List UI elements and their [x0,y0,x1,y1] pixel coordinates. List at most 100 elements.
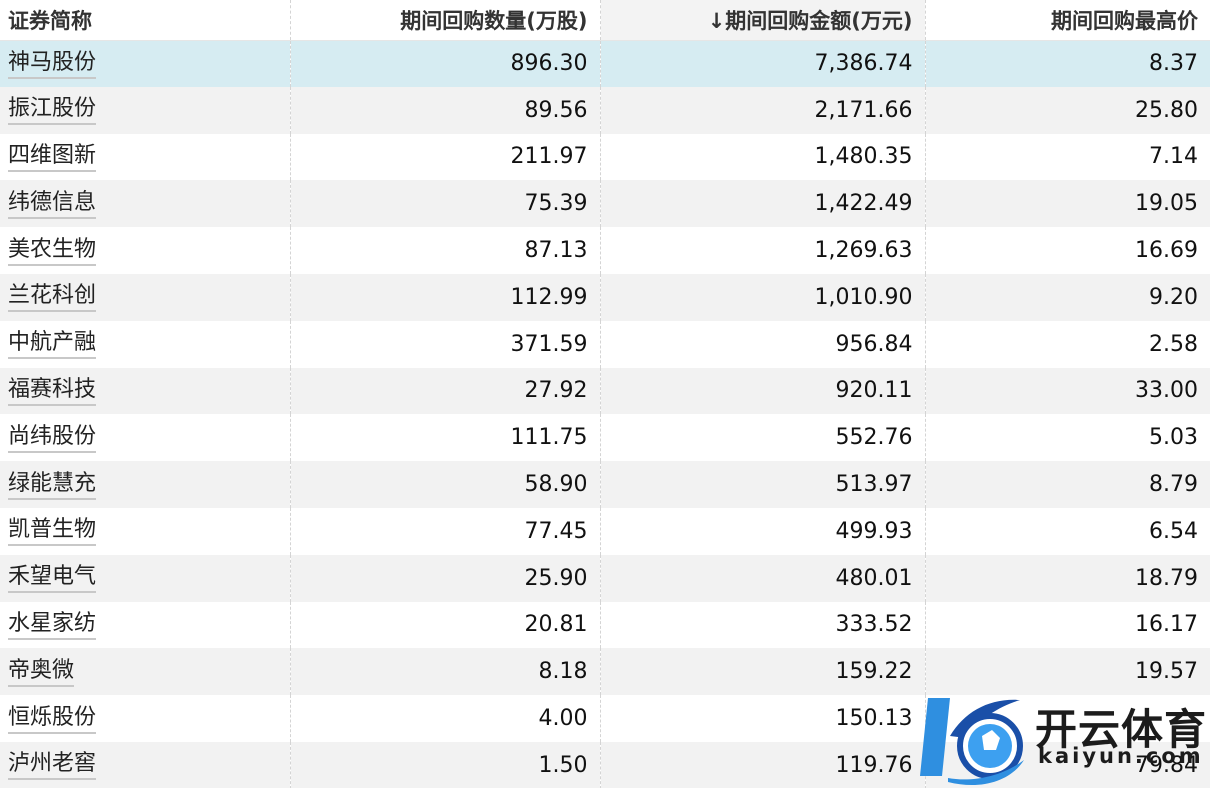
cell-buyback-max-price: 8.37 [924,40,1210,87]
table-row[interactable]: 凯普生物 77.45 499.93 6.54 [0,507,1210,555]
cell-stock-name: 四维图新 [0,134,290,181]
table-row[interactable]: 振江股份 89.56 2,171.66 25.80 [0,86,1210,134]
cell-stock-name: 水星家纺 [0,602,290,649]
cell-buyback-quantity: 4.00 [289,695,600,742]
cell-buyback-amount: 552.76 [599,414,925,462]
table-row[interactable]: 禾望电气 25.90 480.01 18.79 [0,554,1210,602]
cell-buyback-max-price: 16.17 [924,601,1210,649]
cell-buyback-amount: 1,269.63 [599,227,925,274]
cell-stock-name: 泸州老窖 [0,742,290,788]
table-row[interactable]: 福赛科技 27.92 920.11 33.00 [0,367,1210,415]
cell-buyback-quantity: 20.81 [289,601,600,649]
stock-name-link[interactable]: 美农生物 [8,236,97,266]
table-row[interactable]: 尚纬股份 111.75 552.76 5.03 [0,414,1210,462]
table-row[interactable]: 泸州老窖 1.50 119.76 79.84 [0,741,1210,788]
cell-buyback-quantity: 1.50 [289,741,600,788]
table-row[interactable]: 绿能慧充 58.90 513.97 8.79 [0,461,1210,508]
cell-buyback-quantity: 75.39 [289,180,600,228]
stock-name-link[interactable]: 振江股份 [8,95,97,126]
cell-buyback-max-price: 9.20 [924,273,1210,321]
cell-stock-name: 禾望电气 [0,555,290,602]
cell-stock-name: 绿能慧充 [0,461,290,508]
cell-buyback-amount: 1,010.90 [599,273,925,321]
cell-stock-name: 神马股份 [0,40,290,87]
stock-name-link[interactable]: 兰花科创 [8,282,97,313]
cell-buyback-quantity: 111.75 [289,414,600,462]
cell-buyback-amount: 7,386.74 [599,40,925,87]
table-row[interactable]: 水星家纺 20.81 333.52 16.17 [0,601,1210,649]
cell-buyback-quantity: 211.97 [289,133,600,181]
table-row[interactable]: 纬德信息 75.39 1,422.49 19.05 [0,180,1210,228]
stock-name-link[interactable]: 尚纬股份 [8,423,97,453]
cell-buyback-max-price: 7.14 [924,133,1210,181]
cell-buyback-quantity: 371.59 [289,320,600,368]
stock-name-link[interactable]: 帝奥微 [8,657,75,687]
cell-buyback-quantity: 58.90 [289,461,600,508]
cell-buyback-amount: 920.11 [599,367,925,415]
cell-buyback-amount: 956.84 [599,320,925,368]
cell-buyback-quantity: 896.30 [289,40,600,87]
table-row[interactable]: 神马股份 896.30 7,386.74 8.37 [0,40,1210,87]
stock-name-link[interactable]: 绿能慧充 [8,470,97,500]
table-row[interactable]: 美农生物 87.13 1,269.63 16.69 [0,227,1210,274]
stock-name-link[interactable]: 纬德信息 [8,189,97,219]
table-header-row: 证券简称 期间回购数量(万股) ↓期间回购金额(万元) 期间回购最高价 [0,0,1210,41]
table-row[interactable]: 中航产融 371.59 956.84 2.58 [0,320,1210,368]
cell-buyback-amount: 159.22 [599,648,925,696]
stock-name-link[interactable]: 凯普生物 [8,516,97,547]
cell-buyback-max-price: 6.54 [924,507,1210,555]
cell-buyback-amount: 150.13 [599,695,925,742]
table-row[interactable]: 帝奥微 8.18 159.22 19.57 [0,648,1210,696]
cell-buyback-max-price: 8.79 [924,461,1210,508]
cell-buyback-max-price: 19.05 [924,180,1210,228]
cell-stock-name: 凯普生物 [0,508,290,555]
stock-name-link[interactable]: 禾望电气 [8,563,97,594]
cell-buyback-max-price: 33.00 [924,367,1210,415]
header-stock-name[interactable]: 证券简称 [0,0,290,41]
cell-stock-name: 纬德信息 [0,180,290,227]
header-buyback-max-price[interactable]: 期间回购最高价 [924,0,1210,41]
cell-stock-name: 振江股份 [0,87,290,134]
cell-buyback-quantity: 89.56 [289,86,600,134]
cell-buyback-amount: 2,171.66 [599,86,925,134]
header-buyback-quantity[interactable]: 期间回购数量(万股) [289,0,600,41]
stock-name-link[interactable]: 福赛科技 [8,376,97,406]
cell-buyback-quantity: 27.92 [289,367,600,415]
cell-stock-name: 帝奥微 [0,648,290,695]
cell-buyback-amount: 1,422.49 [599,180,925,228]
cell-stock-name: 中航产融 [0,321,290,368]
table-row[interactable]: 兰花科创 112.99 1,010.90 9.20 [0,273,1210,321]
table-row[interactable]: 四维图新 211.97 1,480.35 7.14 [0,133,1210,181]
cell-stock-name: 兰花科创 [0,274,290,321]
stock-name-link[interactable]: 恒烁股份 [8,704,97,734]
stock-name-link[interactable]: 中航产融 [8,329,97,360]
cell-buyback-quantity: 25.90 [289,554,600,602]
cell-stock-name: 福赛科技 [0,368,290,415]
cell-buyback-amount: 333.52 [599,601,925,649]
cell-buyback-quantity: 87.13 [289,227,600,274]
cell-buyback-max-price: 5.03 [924,414,1210,462]
cell-buyback-quantity: 112.99 [289,273,600,321]
cell-buyback-max-price: 16.69 [924,227,1210,274]
cell-buyback-amount: 513.97 [599,461,925,508]
cell-stock-name: 尚纬股份 [0,414,290,461]
cell-buyback-max-price: 2.58 [924,320,1210,368]
stock-name-link[interactable]: 泸州老窖 [8,750,97,781]
buyback-table: 证券简称 期间回购数量(万股) ↓期间回购金额(万元) 期间回购最高价 神马股份… [0,0,1210,788]
cell-buyback-amount: 499.93 [599,507,925,555]
cell-buyback-quantity: 77.45 [289,507,600,555]
stock-name-link[interactable]: 四维图新 [8,142,97,172]
cell-buyback-max-price: 18.79 [924,554,1210,602]
stock-buyback-table-page: 证券简称 期间回购数量(万股) ↓期间回购金额(万元) 期间回购最高价 神马股份… [0,0,1210,788]
cell-stock-name: 美农生物 [0,227,290,274]
stock-name-link[interactable]: 水星家纺 [8,610,97,640]
cell-stock-name: 恒烁股份 [0,695,290,742]
stock-name-link[interactable]: 神马股份 [8,49,97,79]
cell-buyback-amount: 119.76 [599,741,925,788]
table-row[interactable]: 恒烁股份 4.00 150.13 [0,695,1210,742]
cell-buyback-amount: 1,480.35 [599,133,925,181]
cell-buyback-max-price: 19.57 [924,648,1210,696]
cell-buyback-quantity: 8.18 [289,648,600,696]
cell-buyback-amount: 480.01 [599,554,925,602]
header-buyback-amount[interactable]: ↓期间回购金额(万元) [599,0,925,41]
